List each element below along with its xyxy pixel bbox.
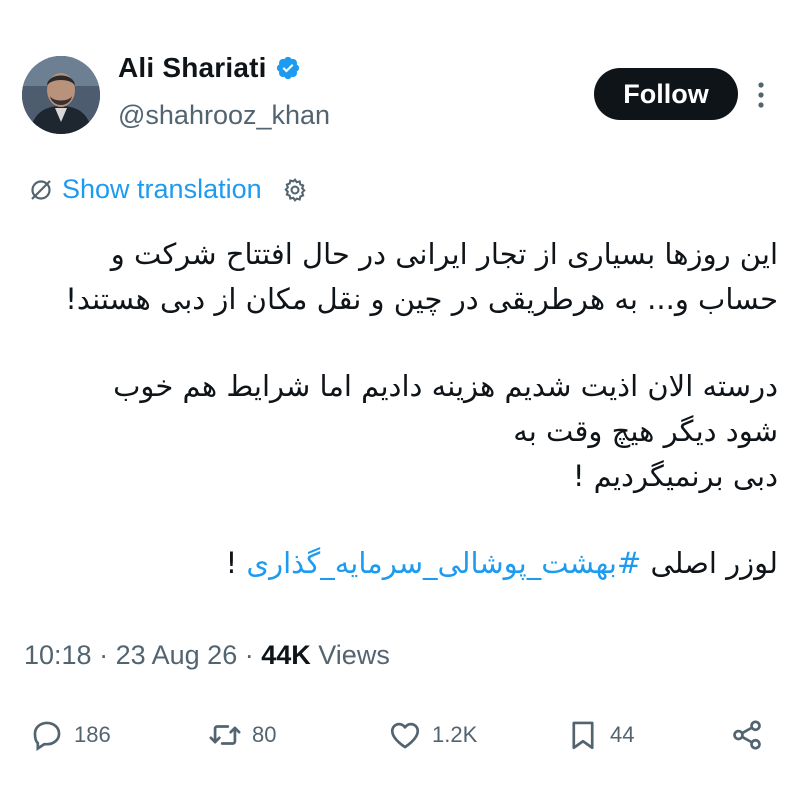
display-name-row[interactable]: Ali Shariati bbox=[118, 52, 301, 84]
bookmark-count: 44 bbox=[610, 722, 635, 747]
tweet-line: این روزها بسیاری از تجار ایرانی در حال ا… bbox=[110, 237, 778, 271]
like-button[interactable]: 1.2K bbox=[388, 718, 477, 752]
avatar[interactable] bbox=[22, 56, 100, 134]
reply-button[interactable]: 186 bbox=[30, 718, 111, 752]
follow-button[interactable]: Follow bbox=[594, 68, 738, 120]
bookmark-icon bbox=[572, 721, 594, 750]
tweet-time[interactable]: 10:18 bbox=[24, 640, 92, 670]
gear-icon[interactable] bbox=[282, 177, 308, 203]
tweet-line: درسته الان اذیت شدیم هزینه دادیم اما شرا… bbox=[113, 369, 778, 403]
show-translation-link[interactable]: Show translation bbox=[62, 174, 262, 205]
share-button[interactable] bbox=[730, 718, 764, 752]
handle[interactable]: @shahrooz_khan bbox=[118, 100, 330, 131]
reply-icon bbox=[33, 721, 61, 751]
like-icon bbox=[390, 722, 420, 749]
separator-dot: · bbox=[244, 640, 262, 670]
tweet-text: این روزها بسیاری از تجار ایرانی در حال ا… bbox=[20, 232, 778, 586]
tweet-line: شود دیگر هیچ وقت به bbox=[513, 414, 778, 448]
like-count: 1.2K bbox=[432, 722, 478, 747]
reply-count: 186 bbox=[74, 722, 111, 747]
translation-row: Show translation bbox=[28, 174, 308, 205]
tweet-meta: 10:18 · 23 Aug 26 · 44K Views bbox=[24, 640, 390, 671]
tweet-line-text: لوزر اصلی bbox=[641, 546, 778, 580]
display-name[interactable]: Ali Shariati bbox=[118, 52, 267, 84]
views-label: Views bbox=[318, 640, 390, 670]
tweet-line: حساب و... به هرطریقی در چین و نقل مکان ا… bbox=[65, 282, 778, 316]
repost-count: 80 bbox=[252, 722, 277, 747]
repost-button[interactable]: 80 bbox=[208, 718, 276, 752]
hashtag-link[interactable]: #بهشت_پوشالی_سرمایه_گذاری bbox=[246, 546, 641, 580]
separator-dot: · bbox=[99, 640, 116, 670]
tweet-date[interactable]: 23 Aug 26 bbox=[116, 640, 238, 670]
more-icon[interactable] bbox=[752, 80, 770, 110]
repost-icon bbox=[209, 725, 241, 745]
views-count: 44K bbox=[261, 640, 311, 670]
globe-slash-icon bbox=[28, 177, 54, 203]
verified-badge-icon[interactable] bbox=[275, 55, 301, 81]
tweet-line-text: ! bbox=[225, 546, 247, 580]
bookmark-button[interactable]: 44 bbox=[566, 718, 634, 752]
tweet-last-line: لوزر اصلی #بهشت_پوشالی_سرمایه_گذاری ! bbox=[20, 541, 778, 586]
share-icon bbox=[733, 720, 761, 750]
tweet-line: دبی برنمیگردیم ! bbox=[572, 459, 778, 493]
